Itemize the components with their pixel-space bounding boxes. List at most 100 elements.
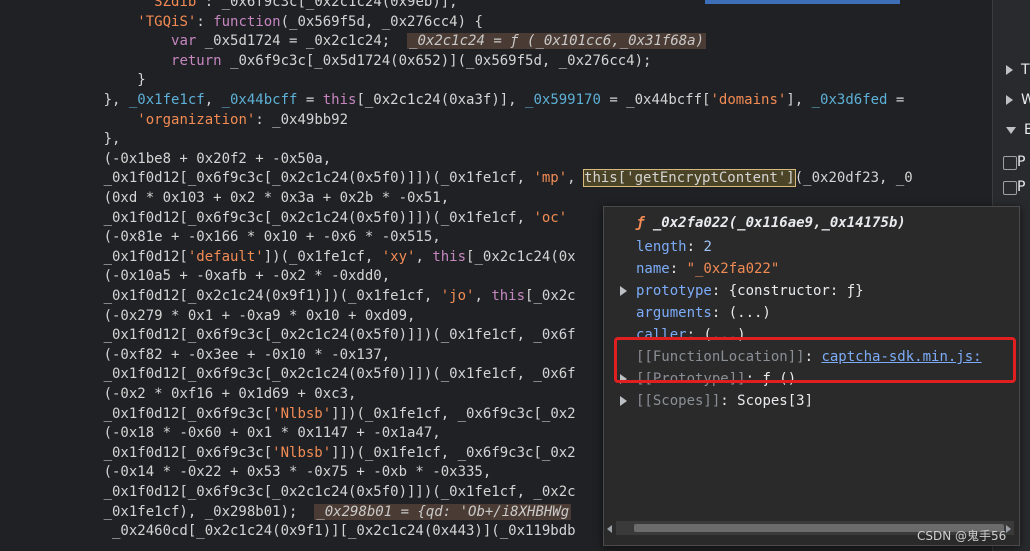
code-token: _0x44bcff [221, 92, 298, 108]
collapse-arrow-icon [1006, 126, 1016, 134]
code-line[interactable]: 'organization': _0x49bb92 [53, 111, 348, 131]
property-separator: : [711, 305, 729, 321]
expand-arrow-icon[interactable] [620, 396, 627, 406]
code-line[interactable]: _0x1f0d12['default'])(_0x1fe1cf, 'xy', t… [53, 248, 576, 268]
code-line[interactable]: _0x1f0d12[_0x6f9c3c['Nlbsb']])(_0x1fe1cf… [53, 405, 576, 425]
code-token: , [567, 170, 585, 187]
code-line[interactable]: _0x1f0d12[_0x6f9c3c[_0x2c1c24(0x5f0)]])(… [53, 483, 576, 503]
property-key: prototype [636, 283, 712, 299]
property-row[interactable]: [[Scopes]]: Scopes[3] [636, 390, 813, 412]
watermark: CSDN @鬼手56 [917, 529, 1007, 543]
code-token: ]])(_0x1fe1cf, _0x6f9c3c[_0x2 [331, 444, 576, 461]
code-token: 'Nlbsb' [272, 405, 332, 422]
expand-arrow-icon[interactable] [620, 286, 627, 296]
sidebar-item-pause-2: P [1017, 179, 1026, 195]
code-token: (-0x81e + -0x166 * 0x10 + -0x6 * -0x515, [53, 229, 441, 246]
code-token: (0xd * 0x103 + 0x2 * 0x3a + 0x2b * -0x51… [53, 190, 450, 206]
code-token: function [213, 13, 281, 30]
code-token: 'Nlbsb' [272, 444, 332, 461]
code-line[interactable]: (-0x1be8 + 0x20f2 + -0x50a, [53, 150, 332, 170]
code-line[interactable]: return _0x6f9c3c[_0x5d1724(0x652)](_0x56… [53, 52, 651, 72]
code-token: _0x5d1724 = _0x2c1c24; [196, 33, 408, 50]
sidebar-item-pause-1: P [1017, 154, 1026, 170]
scroll-right-icon[interactable] [1006, 525, 1011, 533]
code-line[interactable]: _0x2460cd[_0x2c1c24(0x9f1)][_0x2c1c24(0x… [53, 522, 576, 542]
code-line[interactable]: _0x1f0d12[_0x6f9c3c['Nlbsb']])(_0x1fe1cf… [53, 444, 576, 464]
code-token: _0x1f0d12[_0x6f9c3c[_0x2c1c24(0x5f0)]])(… [53, 484, 576, 500]
code-line[interactable]: _0x1f0d12[_0x6f9c3c[_0x2c1c24(0x5f0)]])(… [53, 169, 913, 189]
code-line[interactable]: }, _0x1fe1cf, _0x44bcff = this[_0x2c1c24… [53, 91, 913, 111]
sidebar-item-watch[interactable]: W [993, 90, 1030, 110]
code-token: this [432, 248, 467, 265]
code-token: }, [53, 92, 129, 108]
code-token: ': _0x6f9c3c[_0x2c1c24(0x9eb)], [196, 0, 458, 10]
code-token: 'oc' [533, 209, 568, 226]
code-token: _0x599170 [525, 92, 601, 108]
highlighted-expression: this['getEncryptContent'] [583, 169, 796, 188]
sidebar-item-breakpoints[interactable]: B [993, 120, 1030, 140]
code-token: var [171, 33, 197, 50]
code-token: _0x1f0d12[_0x6f9c3c[ [53, 405, 273, 422]
code-token: = [887, 92, 913, 108]
code-line[interactable]: (-0x18 * -0x60 + 0x1 * 0x1147 + -0x1a47, [53, 424, 441, 444]
property-row: name: "_0x2fa022" [636, 258, 779, 280]
code-line[interactable]: _0x1f0d12[_0x2c1c24(0x9f1)])(_0x1fe1cf, … [53, 287, 576, 307]
code-line[interactable]: (-0x279 * 0x1 + -0xa9 * 0x10 + 0xd09, [53, 307, 416, 327]
code-line[interactable]: _0x1f0d12[_0x6f9c3c[_0x2c1c24(0x5f0)]])(… [53, 209, 568, 229]
pause-checkbox-1[interactable] [1003, 156, 1017, 170]
property-row[interactable]: prototype: {constructor: ƒ} [636, 280, 864, 302]
expand-arrow-icon [1006, 95, 1013, 105]
popover-title: ƒ _0x2fa022(_0x116ae9,_0x14175b) [636, 215, 906, 231]
code-line[interactable]: } [53, 71, 146, 91]
code-token: this [491, 288, 526, 304]
code-line[interactable]: _0x1fe1cf), _0x298b01); _0x298b01 = {qd:… [53, 503, 572, 523]
code-line[interactable]: _0x1f0d12[_0x6f9c3c[_0x2c1c24(0x5f0)]])(… [53, 365, 576, 385]
code-token: (_0x20df23, _0 [794, 170, 913, 187]
code-line[interactable]: (-0x10a5 + -0xafb + -0x2 * -0xdd0, [53, 267, 391, 287]
code-token: [_0x2c [525, 288, 576, 304]
code-token: 'organization' [137, 111, 256, 128]
code-token: _0x1f0d12[_0x6f9c3c[_0x2c1c24(0x5f0)]])(… [53, 209, 534, 226]
horizontal-scrollbar-top[interactable] [705, 0, 900, 4]
code-token: = _0x44bcff[ [600, 92, 711, 108]
code-line[interactable]: (-0xf82 + -0x3ee + -0x10 * -0x137, [53, 346, 391, 366]
property-key: [[Scopes]] [636, 393, 721, 409]
code-token: (-0x1be8 + 0x20f2 + -0x50a, [53, 150, 332, 167]
sidebar-item-threads[interactable]: T [993, 60, 1030, 80]
code-line[interactable]: 'TGQiS': function(_0x569f5d, _0x276cc4) … [53, 13, 483, 33]
code-line[interactable]: SZdib': _0x6f9c3c[_0x2c1c24(0x9eb)], [53, 0, 458, 13]
code-token: _0x1f0d12[_0x6f9c3c[ [53, 444, 273, 461]
property-key: length [636, 239, 687, 255]
code-token: : _0x49bb92 [255, 111, 349, 128]
code-token: _0x6f9c3c[_0x5d1724(0x652)](_0x569f5d, _… [221, 52, 652, 69]
scroll-left-icon[interactable] [607, 525, 612, 533]
property-value: "_0x2fa022" [686, 261, 780, 277]
property-value: {constructor: ƒ} [728, 283, 864, 299]
property-separator: : [711, 283, 729, 299]
code-token: , [415, 248, 433, 265]
code-line[interactable]: (-0x14 * -0x22 + 0x53 * -0x75 + -0xb * -… [53, 463, 492, 483]
expand-arrow-icon [1006, 65, 1013, 75]
code-line[interactable]: var _0x5d1724 = _0x2c1c24; _0x2c1c24 = ƒ… [53, 32, 707, 52]
code-token: _0x1f0d12[ [53, 248, 188, 265]
code-token: } [53, 72, 146, 89]
code-token: 'xy' [381, 248, 416, 265]
code-line[interactable]: (-0x2 * 0xf16 + 0x1d69 + 0xc3, [53, 385, 357, 405]
code-token: _0x1f0d12[_0x6f9c3c[_0x2c1c24(0x5f0)]])(… [53, 366, 576, 383]
code-line[interactable]: _0x1f0d12[_0x6f9c3c[_0x2c1c24(0x5f0)]])(… [53, 326, 576, 346]
inline-value-hint: _0x2c1c24 = ƒ (_0x101cc6,_0x31f68a) [407, 33, 707, 50]
code-line[interactable]: (-0x81e + -0x166 * 0x10 + -0x6 * -0x515, [53, 228, 441, 248]
code-token: _0x1f0d12[_0x6f9c3c[_0x2c1c24(0x5f0)]])(… [53, 170, 534, 187]
code-line[interactable]: }, [53, 130, 121, 150]
code-token: _0x2460cd[_0x2c1c24(0x9f1)][_0x2c1c24(0x… [53, 523, 576, 540]
code-line[interactable]: (0xd * 0x103 + 0x2 * 0x3a + 0x2b * -0x51… [53, 189, 450, 209]
property-key: name [636, 261, 670, 277]
code-token: : [196, 13, 214, 30]
pause-checkbox-2[interactable] [1003, 181, 1017, 195]
code-token: , [204, 92, 222, 108]
highlight-annotation-box [614, 337, 1016, 383]
code-token: (-0x279 * 0x1 + -0xa9 * 0x10 + 0xd09, [53, 307, 416, 324]
code-token: ], [786, 92, 812, 108]
